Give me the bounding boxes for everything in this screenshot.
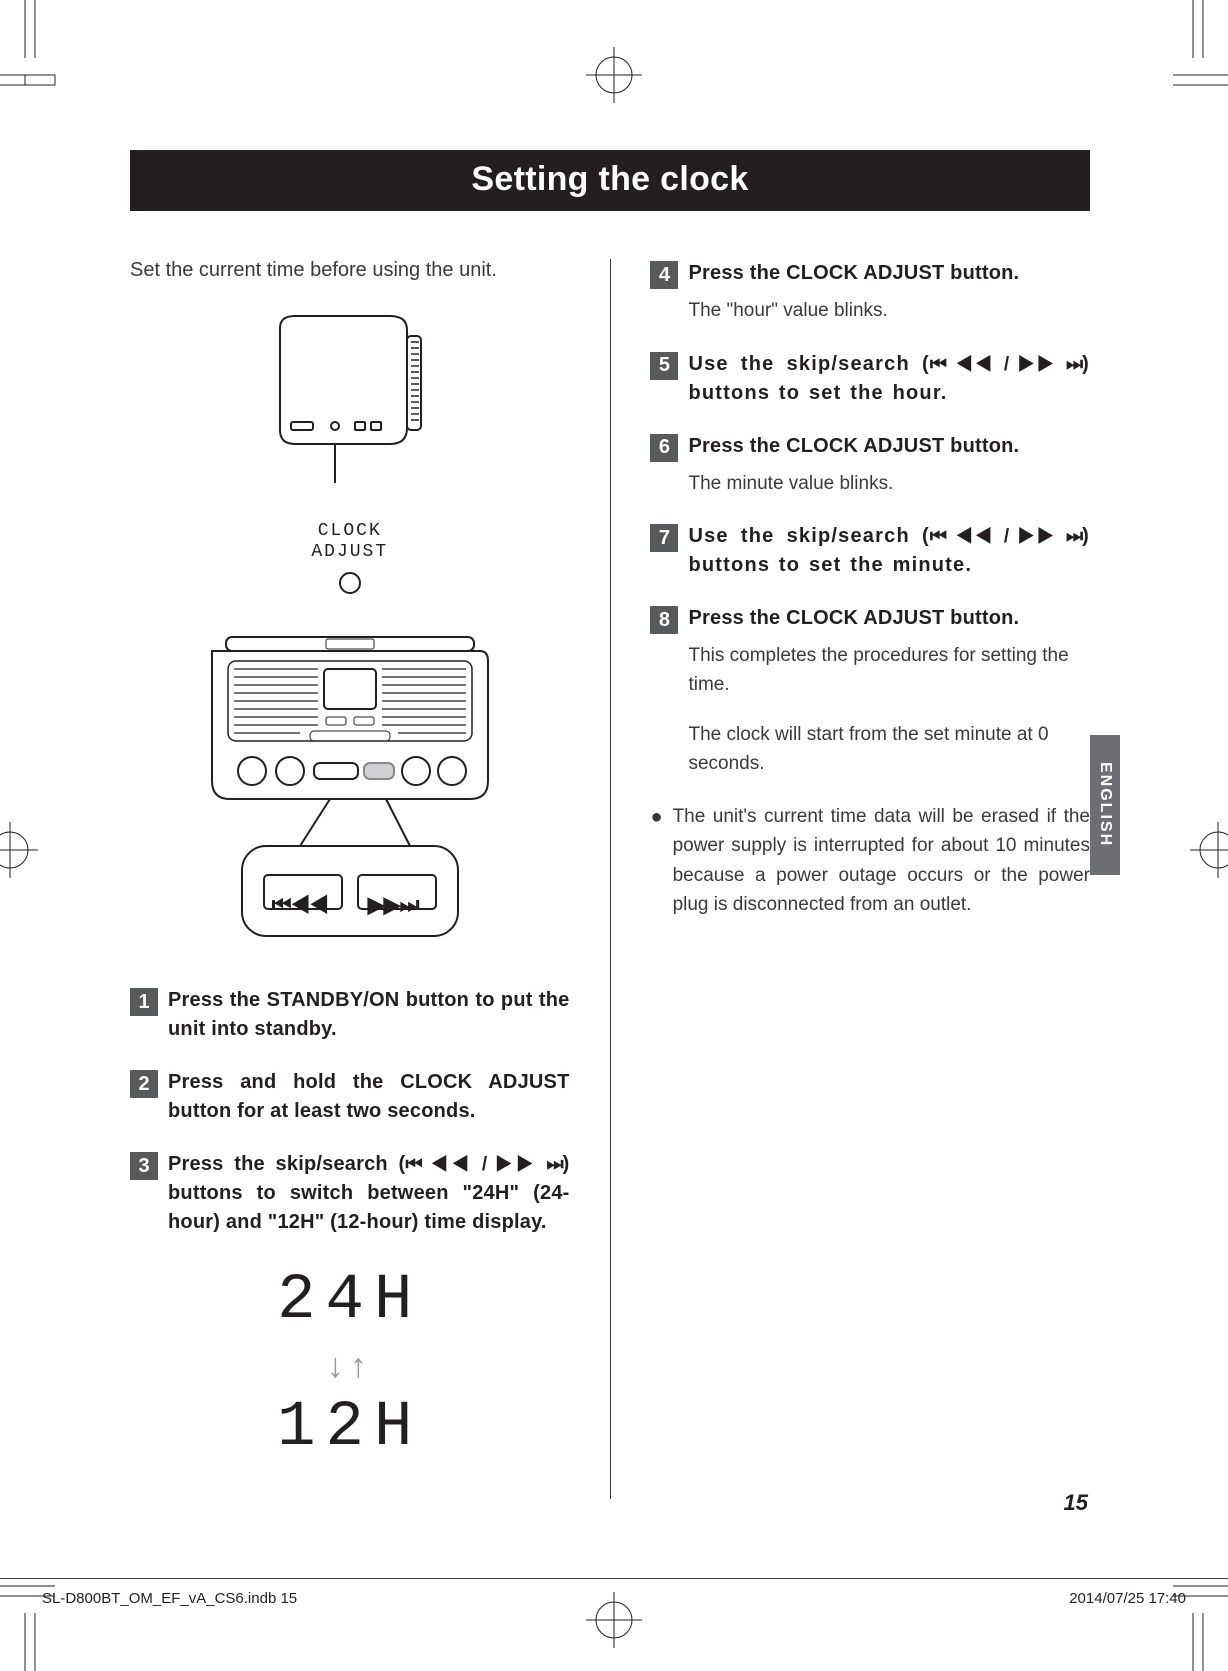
right-column: 4 Press the CLOCK ADJUST button. The "ho… [650,259,1090,1499]
skip-search-icons: ⏮ ◀◀ / ▶▶ ⏭ [405,1154,562,1175]
left-column: Set the current time before using the un… [130,259,570,1499]
step-6: 6 Press the CLOCK ADJUST button. The min… [650,432,1090,499]
seg-24h: 24H [130,1265,570,1337]
bullet-icon: ● [650,802,662,920]
step-2: 2 Press and hold the CLOCK ADJUST button… [130,1068,570,1126]
remote-prev-icon: ⏮◀◀ [272,892,328,918]
step-title: Press the CLOCK ADJUST button. [688,259,1019,288]
column-divider [610,259,611,1499]
up-down-arrows-icon: ↓↑ [130,1347,570,1386]
step-1: 1 Press the STANDBY/ON button to put the… [130,986,570,1044]
page-number: 15 [1064,1490,1088,1516]
step-number: 6 [650,434,678,462]
intro-text: Set the current time before using the un… [130,259,570,282]
step-body-2: The clock will start from the set minute… [688,721,1090,778]
step-body: This completes the procedures for settin… [688,642,1090,699]
footer-timestamp: 2014/07/25 17:40 [1069,1590,1186,1607]
step-title-a: Use the skip/search ( [688,353,929,375]
step-number: 8 [650,606,678,634]
step-title: Press and hold the CLOCK ADJUST button f… [168,1068,570,1126]
step-title: Press the STANDBY/ON button to put the u… [168,986,570,1044]
skip-search-icons: ⏮ ◀◀ / ▶▶ ⏭ [930,526,1082,547]
step-title-a: Press the skip/search ( [168,1153,405,1175]
two-column-layout: Set the current time before using the un… [130,259,1090,1499]
note-bullet: ● The unit's current time data will be e… [650,802,1090,920]
step-title: Use the skip/search (⏮ ◀◀ / ▶▶ ⏭) button… [688,522,1090,580]
note-text: The unit's current time data will be era… [673,802,1090,920]
footer-rule [0,1578,1228,1579]
step-title: Press the skip/search (⏮ ◀◀ / ▶▶ ⏭) butt… [168,1150,570,1237]
clock-label-2: ADJUST [130,542,570,563]
step-number: 4 [650,261,678,289]
device-rear-figure: CLOCK ADJUST [130,308,570,601]
step-3: 3 Press the skip/search (⏮ ◀◀ / ▶▶ ⏭) bu… [130,1150,570,1237]
time-format-display: 24H ↓↑ 12H [130,1265,570,1464]
seg-12h: 12H [130,1392,570,1464]
remote-next-icon: ▶▶⏭ [368,892,419,918]
step-body: The minute value blinks. [688,470,1090,499]
step-body: The "hour" value blinks. [688,297,1090,326]
step-number: 1 [130,988,158,1016]
footer-filename: SL-D800BT_OM_EF_vA_CS6.indb 15 [42,1590,297,1607]
step-number: 2 [130,1070,158,1098]
step-7: 7 Use the skip/search (⏮ ◀◀ / ▶▶ ⏭) butt… [650,522,1090,580]
page-title: Setting the clock [130,150,1090,211]
step-title: Press the CLOCK ADJUST button. [688,604,1019,633]
step-title-a: Use the skip/search ( [688,525,929,547]
device-front-figure: ⏮◀◀ ▶▶⏭ [130,631,570,956]
clock-label-1: CLOCK [130,521,570,542]
language-tab: ENGLISH [1090,735,1120,875]
step-5: 5 Use the skip/search (⏮ ◀◀ / ▶▶ ⏭) butt… [650,350,1090,408]
step-number: 5 [650,352,678,380]
skip-search-icons: ⏮ ◀◀ / ▶▶ ⏭ [930,354,1082,375]
step-number: 3 [130,1152,158,1180]
page-content: Setting the clock Set the current time b… [130,150,1090,1499]
step-number: 7 [650,524,678,552]
step-8: 8 Press the CLOCK ADJUST button. This co… [650,604,1090,778]
step-title: Use the skip/search (⏮ ◀◀ / ▶▶ ⏭) button… [688,350,1090,408]
step-4: 4 Press the CLOCK ADJUST button. The "ho… [650,259,1090,326]
step-title: Press the CLOCK ADJUST button. [688,432,1019,461]
